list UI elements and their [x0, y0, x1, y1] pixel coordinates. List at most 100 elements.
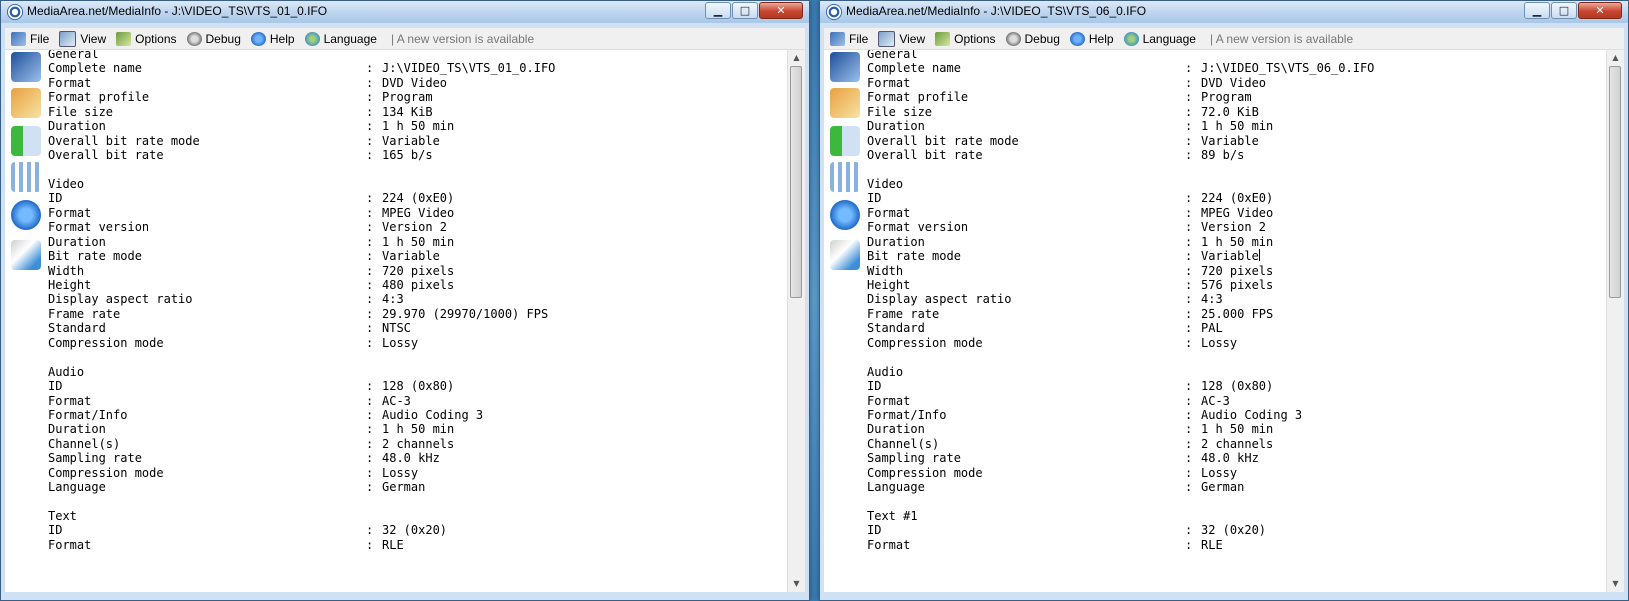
text-view-icon[interactable]: [11, 126, 41, 156]
field-name: Format profile: [48, 90, 150, 105]
report-row: Overall bit rate:165 b/s: [48, 148, 555, 162]
field-separator: :: [1185, 480, 1193, 495]
scroll-thumb[interactable]: [790, 66, 802, 298]
compare-icon[interactable]: [830, 240, 860, 270]
scroll-down-arrow[interactable]: ▼: [788, 576, 805, 592]
scroll-thumb[interactable]: [1609, 66, 1621, 298]
field-separator: :: [1185, 249, 1193, 264]
minimize-button[interactable]: ▁: [705, 2, 731, 19]
field-name: Display aspect ratio: [867, 292, 1012, 307]
field-value: 720 pixels: [382, 263, 455, 278]
menu-options[interactable]: Options: [116, 31, 177, 46]
report-area[interactable]: General Complete name: J:\VIDEO_TS\VTS_01_…: [5, 50, 805, 592]
new-version-notice[interactable]: | A new version is available: [391, 32, 534, 46]
field-name: ID: [867, 379, 882, 394]
field-separator: :: [1185, 278, 1193, 292]
field-separator: :: [366, 292, 374, 307]
close-button[interactable]: ✕: [1578, 2, 1622, 19]
text-view-icon[interactable]: [830, 126, 860, 156]
report-row: Language: German: [867, 480, 1374, 494]
menu-view[interactable]: View: [878, 30, 925, 47]
menu-help[interactable]: Help: [250, 31, 295, 46]
section-title: Text: [48, 509, 77, 523]
report-row: Overall bit rate mode: Variable: [48, 134, 555, 148]
field-separator: :: [366, 205, 374, 220]
field-value: Variable: [382, 249, 440, 264]
field-name: Frame rate: [48, 306, 121, 321]
scroll-down-arrow[interactable]: ▼: [1607, 576, 1624, 592]
report-row: File size:72.0 KiB: [867, 105, 1374, 119]
options-icon: [935, 31, 951, 46]
field-separator: :: [366, 263, 374, 278]
field-value: 224 (0xE0): [1201, 191, 1274, 206]
maximize-button[interactable]: □: [1551, 2, 1577, 19]
report-row: Format/Info: Audio Coding 3: [867, 408, 1374, 422]
field-value: Audio Coding 3: [1201, 407, 1303, 422]
field-name: Duration: [48, 422, 106, 437]
file-icon: [830, 31, 845, 46]
field-name: Format profile: [867, 90, 969, 105]
new-version-notice[interactable]: | A new version is available: [1210, 32, 1353, 46]
menu-language[interactable]: Language: [1123, 31, 1196, 46]
title-bar[interactable]: MediaArea.net/MediaInfo - J:\VIDEO_TS\VT…: [1, 1, 809, 23]
info-icon[interactable]: [830, 200, 860, 230]
report-area[interactable]: General Complete name: J:\VIDEO_TS\VTS_06_…: [824, 50, 1624, 592]
section-title: Text #1: [867, 509, 918, 523]
close-button[interactable]: ✕: [759, 2, 803, 19]
maximize-button[interactable]: □: [732, 2, 758, 19]
field-value: 165 b/s: [382, 148, 433, 163]
section-header: Audio: [48, 365, 555, 379]
report-row: Display aspect ratio:4:3: [48, 292, 555, 306]
report-row: Duration:1 h 50 min: [48, 422, 555, 436]
field-name: Format: [48, 75, 92, 90]
field-value: 1 h 50 min: [382, 119, 455, 134]
field-name: Duration: [48, 119, 106, 134]
menu-language-label: Language: [323, 31, 377, 46]
menu-file[interactable]: File: [11, 31, 49, 46]
field-separator: :: [1185, 407, 1193, 422]
menu-language[interactable]: Language: [304, 31, 377, 46]
title-bar[interactable]: MediaArea.net/MediaInfo - J:\VIDEO_TS\VT…: [820, 1, 1628, 23]
scroll-up-arrow[interactable]: ▲: [1607, 50, 1624, 66]
minimize-button[interactable]: ▁: [1524, 2, 1550, 19]
compare-icon[interactable]: [11, 240, 41, 270]
field-name: Format: [867, 393, 911, 408]
menu-help[interactable]: Help: [1069, 31, 1114, 46]
menu-debug[interactable]: Debug: [186, 31, 241, 46]
html-view-icon[interactable]: [830, 88, 860, 118]
vertical-scrollbar[interactable]: ▲ ▼: [787, 50, 805, 592]
tree-view-icon[interactable]: [830, 162, 860, 192]
field-value: 128 (0x80): [382, 379, 455, 394]
html-view-icon[interactable]: [11, 88, 41, 118]
field-name: Complete name: [48, 61, 142, 76]
scroll-up-arrow[interactable]: ▲: [788, 50, 805, 66]
field-separator: :: [1185, 292, 1193, 307]
field-separator: :: [1185, 119, 1193, 134]
field-value: Lossy: [1201, 335, 1238, 350]
field-value: 134 KiB: [382, 104, 433, 119]
menu-file[interactable]: File: [830, 31, 868, 46]
menu-view[interactable]: View: [59, 30, 107, 47]
field-separator: :: [366, 75, 374, 90]
sheet-view-icon[interactable]: [11, 52, 41, 82]
info-icon[interactable]: [11, 200, 41, 230]
menu-options[interactable]: Options: [935, 31, 996, 46]
field-separator: :: [366, 234, 374, 249]
sheet-view-icon[interactable]: [830, 52, 860, 82]
report-row: Compression mode: Lossy: [48, 336, 555, 350]
field-value: German: [382, 480, 426, 495]
field-value: DVD Video: [1201, 75, 1267, 90]
field-value: 4:3: [382, 292, 404, 307]
vertical-scrollbar[interactable]: ▲ ▼: [1606, 50, 1624, 592]
field-name: Format/Info: [867, 407, 947, 422]
field-value: MPEG Video: [1201, 205, 1274, 220]
menu-debug[interactable]: Debug: [1005, 31, 1060, 46]
tree-view-icon[interactable]: [11, 162, 41, 192]
field-value: Variable: [1201, 133, 1259, 148]
field-name: Format: [867, 205, 911, 220]
field-value: 128 (0x80): [1201, 379, 1274, 394]
menu-view-label: View: [80, 31, 107, 46]
field-name: ID: [867, 523, 882, 538]
field-separator: :: [366, 133, 374, 148]
section-title: Audio: [867, 364, 904, 379]
